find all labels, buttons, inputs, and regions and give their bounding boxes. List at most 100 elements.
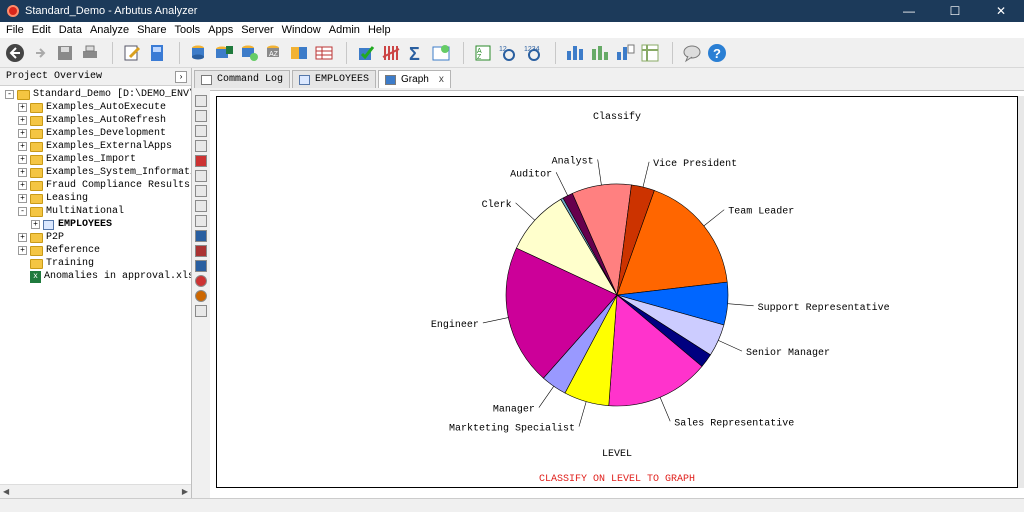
tree-item[interactable]: + Examples_AutoExecute: [0, 101, 191, 114]
tree-item[interactable]: + Examples_Development: [0, 127, 191, 140]
expand-icon[interactable]: +: [18, 194, 27, 203]
total-sigma-icon[interactable]: Σ: [405, 42, 427, 64]
tab-command-log[interactable]: Command Log: [194, 70, 291, 88]
menu-window[interactable]: Window: [279, 24, 324, 36]
tree-item[interactable]: + Leasing: [0, 192, 191, 205]
expand-icon[interactable]: +: [18, 233, 27, 242]
tree-item[interactable]: + Examples_System_Information: [0, 166, 191, 179]
count-icon[interactable]: [380, 42, 402, 64]
expand-icon[interactable]: +: [18, 116, 27, 125]
print-icon[interactable]: [79, 42, 101, 64]
expand-icon[interactable]: +: [18, 142, 27, 151]
toolbar-separator: [112, 41, 113, 64]
label-leader-line: [727, 303, 754, 307]
expand-icon[interactable]: +: [31, 220, 40, 229]
copy-graph-icon[interactable]: [195, 230, 207, 242]
tree-item[interactable]: + Examples_Import: [0, 153, 191, 166]
image-icon[interactable]: [195, 140, 207, 152]
cross-tab-icon[interactable]: [614, 42, 636, 64]
tree-item[interactable]: - MultiNational: [0, 205, 191, 218]
tab-graph[interactable]: Graph x: [378, 70, 451, 88]
join-tables-icon[interactable]: [288, 42, 310, 64]
notebook-icon[interactable]: [146, 42, 168, 64]
menu-data[interactable]: Data: [56, 24, 85, 36]
tab-employees[interactable]: EMPLOYEES: [292, 70, 377, 88]
tree-item[interactable]: + EMPLOYEES: [0, 218, 191, 231]
slice-label: Support Representative: [758, 302, 890, 314]
menu-file[interactable]: File: [3, 24, 27, 36]
pivot-table-icon[interactable]: [639, 42, 661, 64]
edit-script-icon[interactable]: [121, 42, 143, 64]
maximize-button[interactable]: ☐: [932, 0, 978, 22]
tree-item-label: P2P: [46, 232, 65, 243]
menu-analyze[interactable]: Analyze: [87, 24, 132, 36]
collapse-icon[interactable]: -: [5, 90, 14, 99]
disabled-tool-icon[interactable]: [195, 305, 207, 317]
menu-tools[interactable]: Tools: [171, 24, 203, 36]
tree-item[interactable]: x Anomalies in approval.xlsx: [0, 270, 191, 283]
menu-apps[interactable]: Apps: [205, 24, 236, 36]
sort-table-icon[interactable]: AZ: [263, 42, 285, 64]
pie-chart[interactable]: Classify Clerk AuditorAnalyst Vice Preside…: [217, 97, 1019, 489]
verify-icon[interactable]: [355, 42, 377, 64]
forward-arrow-icon[interactable]: [29, 42, 51, 64]
vertical-scrollbar[interactable]: [1018, 96, 1024, 488]
comment-icon[interactable]: [681, 42, 703, 64]
search-numbers-icon[interactable]: 12: [497, 42, 519, 64]
bar-chart-alpha-icon[interactable]: [589, 42, 611, 64]
expand-icon[interactable]: +: [18, 129, 27, 138]
legend-icon[interactable]: [195, 125, 207, 137]
database-icon[interactable]: [188, 42, 210, 64]
stacked-icon[interactable]: [195, 260, 207, 272]
bar-chart-numeric-icon[interactable]: [564, 42, 586, 64]
expand-icon[interactable]: +: [18, 168, 27, 177]
graph-properties-icon[interactable]: [195, 95, 207, 107]
scroll-left-icon[interactable]: ◀: [3, 487, 9, 496]
menu-admin[interactable]: Admin: [326, 24, 363, 36]
menu-server[interactable]: Server: [238, 24, 276, 36]
horizontal-scrollbar[interactable]: ◀ ▶: [0, 484, 191, 498]
label-leader-line: [659, 397, 671, 422]
panel-title: Project Overview: [6, 71, 103, 82]
tree-item[interactable]: + Examples_AutoRefresh: [0, 114, 191, 127]
back-arrow-icon[interactable]: [4, 42, 26, 64]
axis-icon[interactable]: [195, 170, 207, 182]
tree-item[interactable]: + Reference: [0, 244, 191, 257]
search-sequence-icon[interactable]: 1234: [522, 42, 544, 64]
menu-share[interactable]: Share: [134, 24, 169, 36]
close-tab-icon[interactable]: x: [439, 74, 444, 85]
collapse-icon[interactable]: -: [18, 207, 27, 216]
bar-chart-icon[interactable]: [195, 155, 207, 167]
zoom-icon[interactable]: [195, 200, 207, 212]
statistics-icon[interactable]: [430, 42, 452, 64]
scroll-right-icon[interactable]: ▶: [182, 487, 188, 496]
tree-item[interactable]: - Standard_Demo [D:\DEMO_ENV\ARBU: [0, 88, 191, 101]
tree-item[interactable]: + Fraud Compliance Results: [0, 179, 191, 192]
print-graph-icon[interactable]: [195, 215, 207, 227]
expand-icon[interactable]: +: [18, 246, 27, 255]
import-excel-icon[interactable]: [213, 42, 235, 64]
help-icon[interactable]: ?: [706, 42, 728, 64]
pie-3d-icon[interactable]: [195, 290, 207, 302]
collapse-panel-button[interactable]: ›: [175, 71, 187, 83]
save-icon[interactable]: [54, 42, 76, 64]
tree-item-label: Examples_Development: [46, 128, 167, 139]
minimize-button[interactable]: —: [886, 0, 932, 22]
tree-item[interactable]: + P2P: [0, 231, 191, 244]
graph-type-icon[interactable]: [195, 245, 207, 257]
format-icon[interactable]: [195, 110, 207, 122]
tree-item[interactable]: Training: [0, 257, 191, 270]
expand-icon[interactable]: +: [18, 155, 27, 164]
pie-icon[interactable]: [195, 275, 207, 287]
menu-edit[interactable]: Edit: [29, 24, 54, 36]
folder-icon: [30, 232, 43, 243]
table-grid-icon[interactable]: [313, 42, 335, 64]
close-button[interactable]: ✕: [978, 0, 1024, 22]
expand-icon[interactable]: +: [18, 181, 27, 190]
labels-icon[interactable]: [195, 185, 207, 197]
tree-item[interactable]: + Examples_ExternalApps: [0, 140, 191, 153]
menu-help[interactable]: Help: [365, 24, 394, 36]
database-link-icon[interactable]: [238, 42, 260, 64]
sort-az-icon[interactable]: AZ: [472, 42, 494, 64]
expand-icon[interactable]: +: [18, 103, 27, 112]
